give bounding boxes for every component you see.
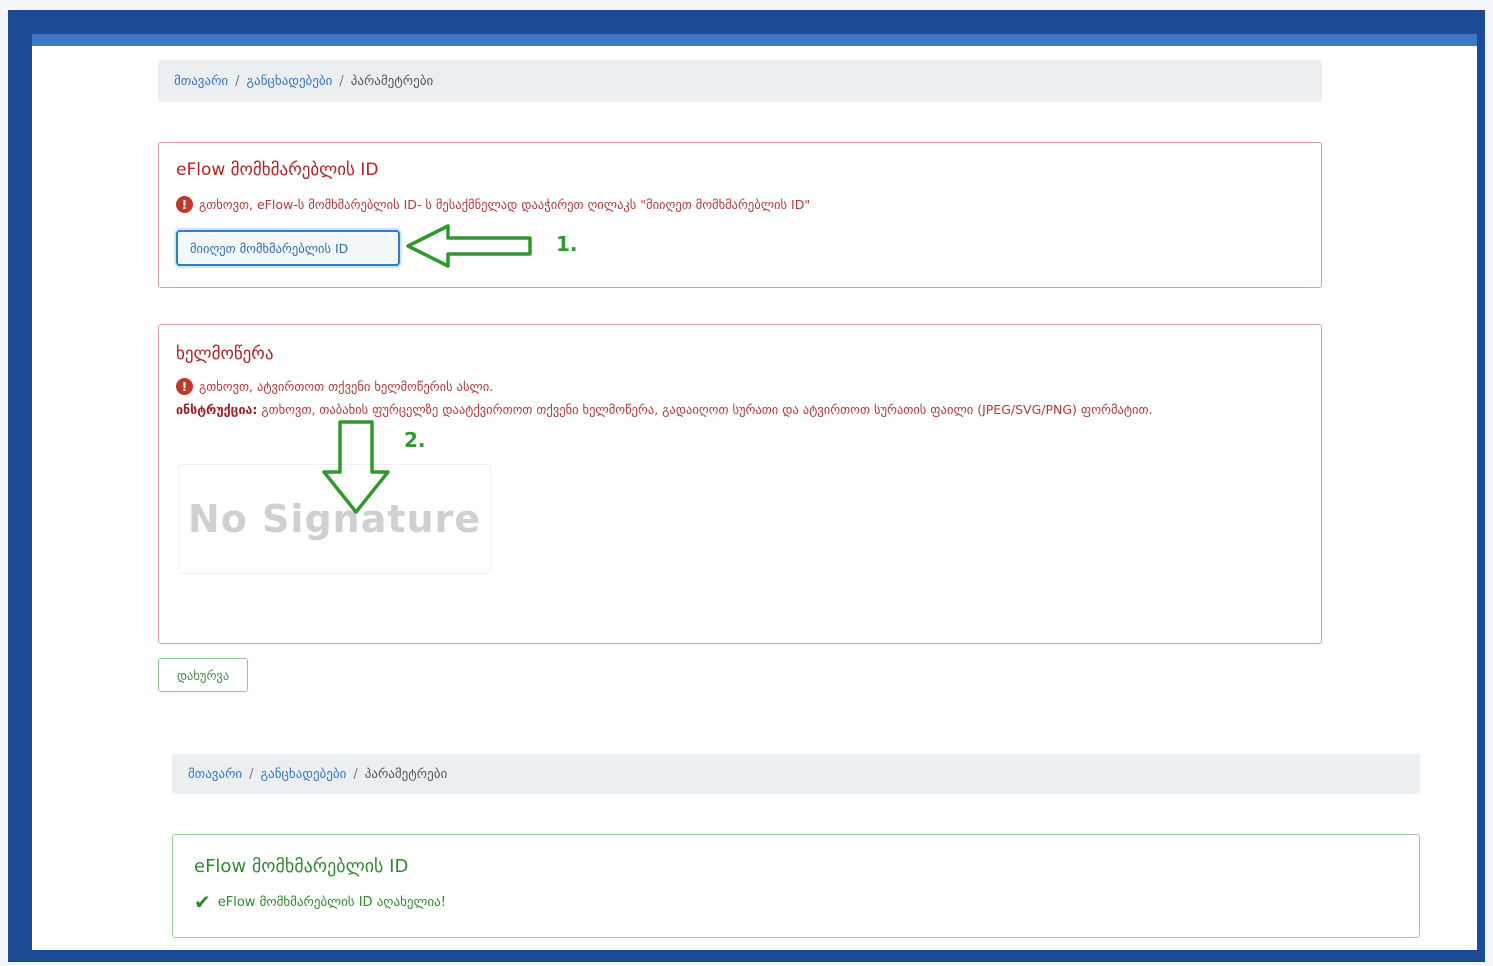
- breadcrumb-current: პარამეტრები: [350, 73, 434, 89]
- breadcrumb-separator: /: [235, 73, 240, 89]
- breadcrumb: მთავარი / განცხადებები / პარამეტრები: [158, 60, 1322, 102]
- breadcrumb-separator: /: [353, 766, 358, 782]
- error-icon: !: [176, 378, 193, 395]
- breadcrumb-home-link[interactable]: მთავარი: [174, 74, 228, 89]
- annotation-arrow-left: [406, 224, 532, 268]
- close-button[interactable]: დახურვა: [158, 658, 248, 692]
- eflow-id-error-text: გთხოვთ, eFlow-ს მომხმარებლის ID- ს მესაქ…: [199, 197, 811, 212]
- instruction-text: გთხოვთ, თაბახის ფურცელზე დაატქვირთოთ თქვ…: [261, 402, 1153, 417]
- breadcrumb-applications-link[interactable]: განცხადებები: [247, 74, 333, 89]
- eflow-id-error: ! გთხოვთ, eFlow-ს მომხმარებლის ID- ს მეს…: [176, 196, 810, 213]
- annotation-step-1: 1.: [556, 232, 578, 256]
- eflow-id-success-title: eFlow მომხმარებლის ID: [194, 856, 409, 877]
- eflow-id-title: eFlow მომხმარებლის ID: [176, 160, 379, 180]
- eflow-id-success-text: eFlow მომხმარებლის ID აღახელია!: [217, 894, 446, 910]
- breadcrumb-secondary: მთავარი / განცხადებები / პარამეტრები: [172, 754, 1420, 794]
- signature-title: ხელმოწერა: [176, 344, 274, 364]
- settings-page: მთავარი / განცხადებები / პარამეტრები eFl…: [32, 46, 1477, 950]
- get-user-id-button[interactable]: მიიღეთ მომხმარებლის ID: [176, 230, 400, 266]
- signature-error-text: გთხოვთ, ატვირთოთ თქვენი ხელმოწერის ასლი.: [199, 379, 494, 394]
- breadcrumb-current: პარამეტრები: [364, 766, 448, 782]
- eflow-id-success-card: [172, 834, 1420, 938]
- checkmark-icon: ✔: [194, 890, 211, 914]
- breadcrumb-applications-link[interactable]: განცხადებები: [261, 767, 347, 782]
- breadcrumb-home-link[interactable]: მთავარი: [188, 767, 242, 782]
- top-accent-bar: [32, 34, 1477, 46]
- annotation-step-2: 2.: [404, 428, 426, 452]
- eflow-id-success-message: ✔ eFlow მომხმარებლის ID აღახელია!: [194, 890, 446, 914]
- signature-error: ! გთხოვთ, ატვირთოთ თქვენი ხელმოწერის ასლ…: [176, 378, 493, 395]
- breadcrumb-separator: /: [249, 766, 254, 782]
- annotation-arrow-down: [322, 420, 390, 514]
- error-icon: !: [176, 196, 193, 213]
- breadcrumb-separator: /: [339, 73, 344, 89]
- instruction-label: ინსტრუქცია:: [176, 402, 258, 417]
